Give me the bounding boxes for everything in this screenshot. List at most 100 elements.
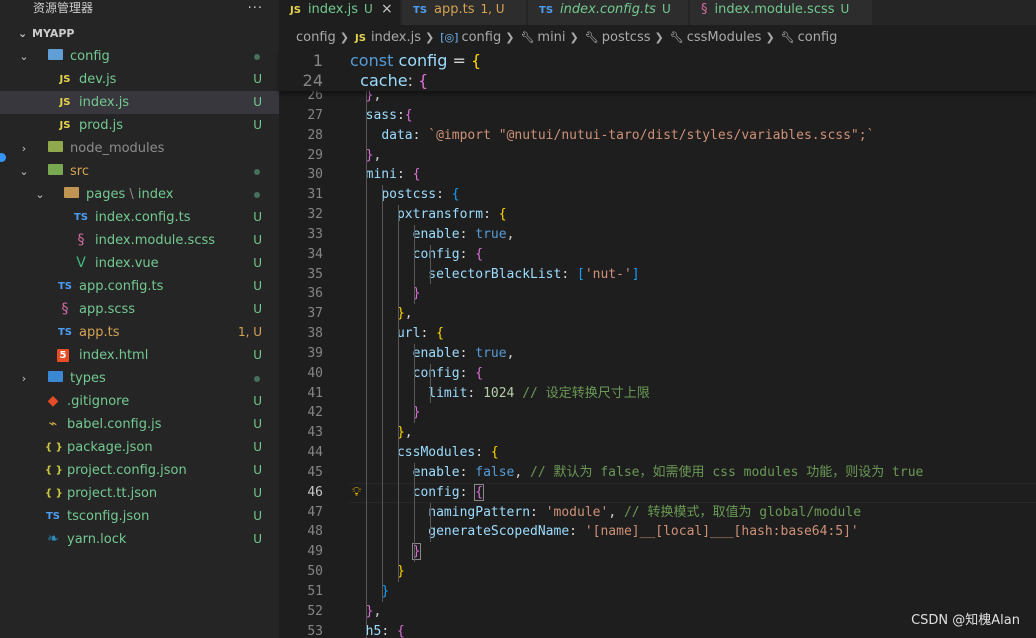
sticky-line[interactable]: 1 const config = { [279,51,1036,71]
code-line[interactable]: 39 enable: true, [279,344,1036,364]
tab-label: app.ts [434,2,475,17]
modified-dot-indicator [254,169,260,175]
code-line[interactable]: 43 }, [279,423,1036,443]
line-number: 29 [307,147,323,163]
folder-item-config[interactable]: ⌄ config [0,45,279,68]
breadcrumb: config ❯ JS index.js ❯ [◎] config ❯ 🔧︎ mini ❯ 🔧︎ pos… [279,25,1036,51]
tab-index-config-ts[interactable]: TS index.config.ts U [528,0,689,25]
file-item[interactable]: JS index.js U [0,91,279,114]
more-actions-icon[interactable]: ··· [248,0,263,17]
code-line[interactable]: 45 enable: false, // 默认为 false，如需使用 css … [279,463,1036,483]
item-name: package.json [67,436,153,459]
line-number: 53 [307,623,323,638]
file-item[interactable]: ❧ yarn.lock U [0,528,279,551]
chevron-right-icon: ❯ [425,31,435,44]
code-line[interactable]: 32 pxtransform: { [279,205,1036,225]
breadcrumb-item[interactable]: config [296,30,336,45]
tab-label: index.module.scss [714,2,835,17]
breadcrumb-item[interactable]: postcss [602,30,651,45]
file-item[interactable]: TS app.config.ts U [0,275,279,298]
js-file-icon: JS [59,97,71,108]
folder-item-node-modules[interactable]: › node_modules [0,137,279,160]
folder-item-types[interactable]: › types [0,367,279,390]
file-item[interactable]: TS tsconfig.json U [0,505,279,528]
code-line[interactable]: 47 namingPattern: 'module', // 转换模式，取值为 … [279,503,1036,523]
indent-guide [382,185,383,602]
editor-area: JS index.js U × TS app.ts 1, U TS index.confi… [279,0,1036,638]
chevron-right-icon: ❯ [339,31,349,44]
ts-file-icon: TS [413,5,428,16]
code-line[interactable]: 40 config: { [279,364,1036,384]
file-item[interactable]: TS app.ts 1, U [0,321,279,344]
code-line[interactable]: 41 limit: 1024 // 设定转换尺寸上限 [279,384,1036,404]
code-line[interactable]: 51 } [279,582,1036,602]
code-line[interactable]: 30 mini: { [279,165,1036,185]
code-line[interactable]: 37 }, [279,304,1036,324]
file-item[interactable]: JS dev.js U [0,68,279,91]
line-number: 45 [307,464,323,480]
file-item[interactable]: ⌁ babel.config.js U [0,413,279,436]
git-status-badge: U [253,348,262,362]
scss-file-icon: § [77,232,85,248]
item-name: app.config.ts [79,275,163,298]
file-item[interactable]: TS index.config.ts U [0,206,279,229]
file-item[interactable]: { } project.config.json U [0,459,279,482]
close-tab-icon[interactable]: × [381,0,393,19]
code-line[interactable]: 35 selectorBlackList: ['nut-'] [279,265,1036,285]
chevron-down-icon: ⌄ [19,165,29,178]
tab-app-ts[interactable]: TS app.ts 1, U [402,0,527,25]
file-item[interactable]: 5 index.html U [0,344,279,367]
code-line[interactable]: 48 generateScopedName: '[name]__[local]_… [279,522,1036,542]
code-editor[interactable]: enable: false // webpack 持久化缓存配置，建议开启。默认… [279,51,1036,638]
code-line[interactable]: 28 data: `@import "@nutui/nutui-taro/dis… [279,126,1036,146]
line-number: 1 [312,51,323,70]
code-line[interactable]: 💡︎ 46 config: { [279,482,1036,503]
file-item[interactable]: § app.scss U [0,298,279,321]
code-line[interactable]: 38 url: { [279,324,1036,344]
file-item[interactable]: ◆ .gitignore U [0,390,279,413]
file-item[interactable]: { } package.json U [0,436,279,459]
code-text: generateScopedName: '[name]__[local]___[… [428,524,859,540]
breadcrumb-item[interactable]: cssModules [687,30,762,45]
item-name: yarn.lock [67,528,126,551]
item-name: src [70,160,89,183]
code-line[interactable]: 49 } [279,542,1036,562]
line-number: 51 [307,584,323,599]
folder-item-pages[interactable]: ⌄ pages \ index [0,183,279,206]
git-status-badge: U [253,95,262,109]
breadcrumb-item[interactable]: config [798,30,838,45]
code-line[interactable]: 33 enable: true, [279,225,1036,245]
breadcrumb-item[interactable]: mini [537,30,565,45]
code-line[interactable]: 27 sass:{ [279,106,1036,126]
code-line[interactable]: 34 config: { [279,245,1036,265]
code-line[interactable]: 44 cssModules: { [279,443,1036,463]
file-item[interactable]: JS prod.js U [0,114,279,137]
code-line[interactable]: 29 }, [279,146,1036,166]
file-item[interactable]: { } project.tt.json U [0,482,279,505]
breadcrumb-item[interactable]: config [461,30,501,45]
code-line[interactable]: 50 } [279,562,1036,582]
folder-icon [47,367,63,390]
tab-index-module-scss[interactable]: § index.module.scss U [690,0,873,25]
project-section-header[interactable]: ⌄ MYAPP [0,22,279,45]
item-name: dev.js [79,68,116,91]
tab-index-js[interactable]: JS index.js U × [279,0,401,25]
item-name: pages \ index [86,183,173,206]
git-status-badge: 1, U [237,325,262,339]
folder-item-src[interactable]: ⌄ src [0,160,279,183]
file-item[interactable]: § index.module.scss U [0,229,279,252]
git-status-badge: U [253,233,262,247]
item-name: app.scss [79,298,135,321]
sticky-line[interactable]: 24 cache: { [279,71,1036,91]
yarn-file-icon: ❧ [47,531,59,547]
code-text: enable: true, [412,345,515,361]
line-number: 52 [307,603,323,619]
item-name-text: .gitignore [67,394,130,409]
code-line[interactable]: 31 postcss: { [279,185,1036,205]
code-line[interactable]: 36 } [279,284,1036,304]
indent-guide [414,343,415,424]
file-item[interactable]: Vindex.vue U [0,252,279,275]
breadcrumb-item[interactable]: index.js [371,30,421,45]
vue-file-icon: V [76,255,86,271]
code-line[interactable]: 42 } [279,403,1036,423]
